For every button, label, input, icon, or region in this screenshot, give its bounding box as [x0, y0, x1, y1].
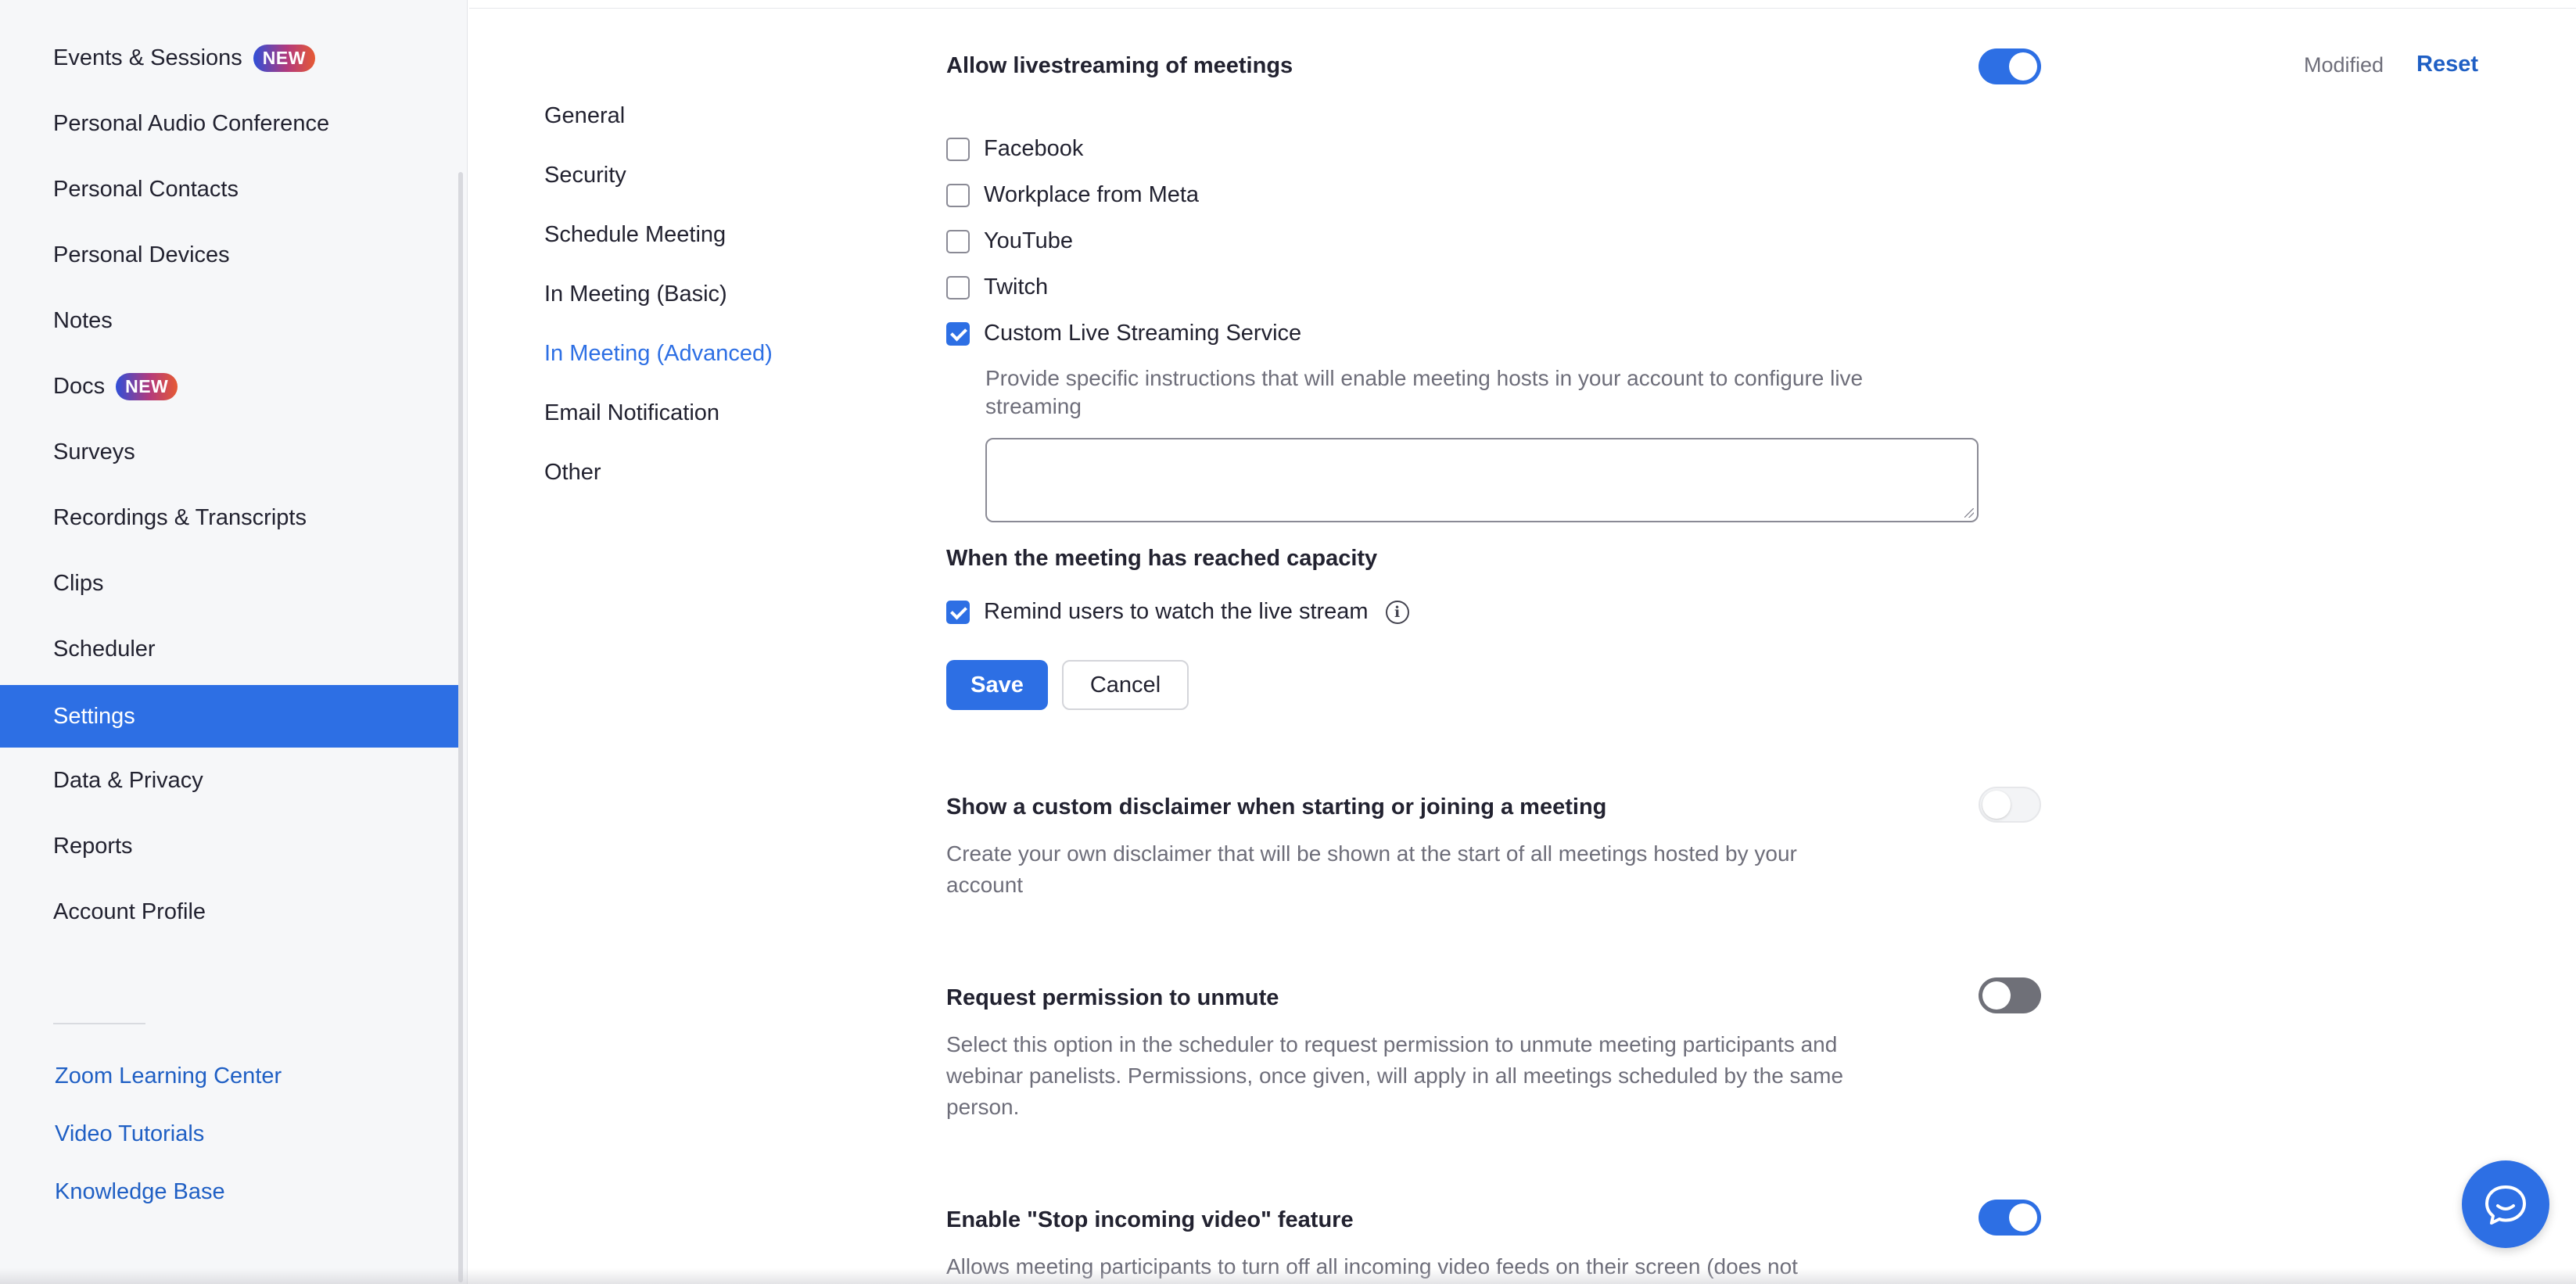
tab-in-meeting-basic[interactable]: In Meeting (Basic) [544, 282, 727, 307]
desc-line: account [946, 873, 1024, 897]
toggle-knob [1982, 981, 2011, 1010]
sidebar-item-surveys[interactable]: Surveys [0, 421, 460, 483]
sidebar-item-settings[interactable]: Settings [0, 685, 460, 748]
knowledge-base-link[interactable]: Knowledge Base [55, 1179, 225, 1205]
youtube-option[interactable]: YouTube [946, 228, 1073, 254]
disclaimer-description: Create your own disclaimer that will be … [946, 838, 1797, 901]
sidebar-item-label: Account Profile [53, 898, 206, 924]
tab-other[interactable]: Other [544, 460, 601, 486]
toggle-knob [1982, 791, 2011, 819]
youtube-checkbox[interactable] [946, 229, 970, 253]
sidebar-item-notes[interactable]: Notes [0, 289, 460, 352]
bottom-edge-shadow [0, 1268, 2576, 1284]
zoom-learning-center-link[interactable]: Zoom Learning Center [55, 1063, 282, 1089]
option-label: YouTube [984, 228, 1073, 253]
sidebar-item-events-sessions[interactable]: Events & Sessions NEW [0, 27, 460, 89]
chat-support-button[interactable] [2462, 1160, 2549, 1248]
top-divider [469, 8, 2576, 9]
cancel-button[interactable]: Cancel [1062, 660, 1189, 710]
sidebar-item-label: Recordings & Transcripts [53, 504, 307, 530]
sidebar-item-personal-devices[interactable]: Personal Devices [0, 224, 460, 286]
workplace-option[interactable]: Workplace from Meta [946, 182, 1199, 208]
tab-security[interactable]: Security [544, 163, 626, 188]
tab-email-notification[interactable]: Email Notification [544, 400, 719, 426]
custom-service-option[interactable]: Custom Live Streaming Service [946, 321, 1301, 346]
desc-line: Provide specific instructions that will … [985, 366, 1864, 390]
sidebar-item-label: Notes [53, 307, 113, 333]
reset-link[interactable]: Reset [2416, 52, 2478, 77]
info-icon[interactable]: i [1385, 600, 1409, 624]
unmute-title: Request permission to unmute [946, 985, 1279, 1010]
unmute-toggle[interactable] [1979, 977, 2041, 1013]
sidebar-item-account-profile[interactable]: Account Profile [0, 881, 460, 943]
workplace-checkbox[interactable] [946, 183, 970, 207]
sidebar-item-personal-audio-conference[interactable]: Personal Audio Conference [0, 92, 460, 155]
sidebar-item-label: Personal Audio Conference [53, 110, 330, 136]
unmute-description: Select this option in the scheduler to r… [946, 1029, 1843, 1123]
disclaimer-title: Show a custom disclaimer when starting o… [946, 794, 1607, 820]
remind-checkbox[interactable] [946, 600, 970, 624]
save-button[interactable]: Save [946, 660, 1048, 710]
toggle-knob [2009, 1203, 2037, 1232]
sidebar-item-label: Settings [53, 703, 135, 729]
sidebar-item-label: Personal Devices [53, 242, 230, 267]
option-label: Twitch [984, 274, 1049, 299]
sidebar-item-docs[interactable]: Docs NEW [0, 355, 460, 418]
desc-line: person. [946, 1095, 1020, 1119]
custom-service-checkbox[interactable] [946, 321, 970, 346]
sidebar-item-label: Docs [53, 373, 106, 399]
settings-page: Events & Sessions NEW Personal Audio Con… [0, 0, 2576, 1284]
new-badge: NEW [253, 44, 315, 72]
sidebar-item-label: Clips [53, 570, 104, 596]
sidebar-divider [53, 1023, 145, 1024]
sidebar-item-recordings-transcripts[interactable]: Recordings & Transcripts [0, 486, 460, 549]
sidebar-item-label: Events & Sessions [53, 45, 242, 70]
stop-video-toggle[interactable] [1979, 1200, 2041, 1236]
sidebar-item-label: Reports [53, 833, 133, 859]
desc-line: Create your own disclaimer that will be … [946, 841, 1797, 866]
facebook-checkbox[interactable] [946, 137, 970, 161]
custom-instructions-text: Provide specific instructions that will … [985, 364, 1863, 421]
sidebar-item-data-privacy[interactable]: Data & Privacy [0, 749, 460, 812]
chat-bubble-icon [2485, 1185, 2526, 1225]
option-label: Workplace from Meta [984, 182, 1200, 207]
option-label: Facebook [984, 136, 1084, 161]
sidebar-item-clips[interactable]: Clips [0, 552, 460, 615]
desc-line: streaming [985, 394, 1082, 418]
sidebar-item-label: Surveys [53, 439, 135, 464]
new-badge: NEW [116, 372, 178, 400]
sidebar-item-label: Scheduler [53, 636, 156, 662]
desc-line: Select this option in the scheduler to r… [946, 1032, 1838, 1056]
disclaimer-toggle[interactable] [1979, 787, 2041, 823]
sidebar-scrollbar[interactable] [458, 172, 463, 1282]
twitch-option[interactable]: Twitch [946, 274, 1048, 300]
livestream-title: Allow livestreaming of meetings [946, 53, 1293, 78]
tab-schedule-meeting[interactable]: Schedule Meeting [544, 222, 726, 248]
sidebar-item-scheduler[interactable]: Scheduler [0, 618, 460, 680]
stop-video-title: Enable "Stop incoming video" feature [946, 1207, 1354, 1232]
livestream-toggle[interactable] [1979, 48, 2041, 84]
tab-general[interactable]: General [544, 103, 625, 129]
toggle-knob [2009, 52, 2037, 81]
sidebar-item-reports[interactable]: Reports [0, 815, 460, 877]
tab-in-meeting-advanced[interactable]: In Meeting (Advanced) [544, 341, 773, 367]
video-tutorials-link[interactable]: Video Tutorials [55, 1121, 204, 1147]
capacity-title: When the meeting has reached capacity [946, 546, 1378, 571]
remind-option[interactable]: Remind users to watch the live stream i [946, 599, 1409, 625]
twitch-checkbox[interactable] [946, 275, 970, 299]
left-sidebar: Events & Sessions NEW Personal Audio Con… [0, 0, 468, 1284]
modified-status: Modified [2304, 53, 2384, 77]
option-label: Remind users to watch the live stream [984, 599, 1369, 624]
sidebar-item-label: Personal Contacts [53, 176, 239, 202]
instructions-textarea[interactable] [985, 438, 1979, 522]
sidebar-item-label: Data & Privacy [53, 767, 203, 793]
desc-line: webinar panelists. Permissions, once giv… [946, 1063, 1844, 1088]
option-label: Custom Live Streaming Service [984, 321, 1302, 346]
sidebar-item-personal-contacts[interactable]: Personal Contacts [0, 158, 460, 221]
facebook-option[interactable]: Facebook [946, 136, 1083, 162]
